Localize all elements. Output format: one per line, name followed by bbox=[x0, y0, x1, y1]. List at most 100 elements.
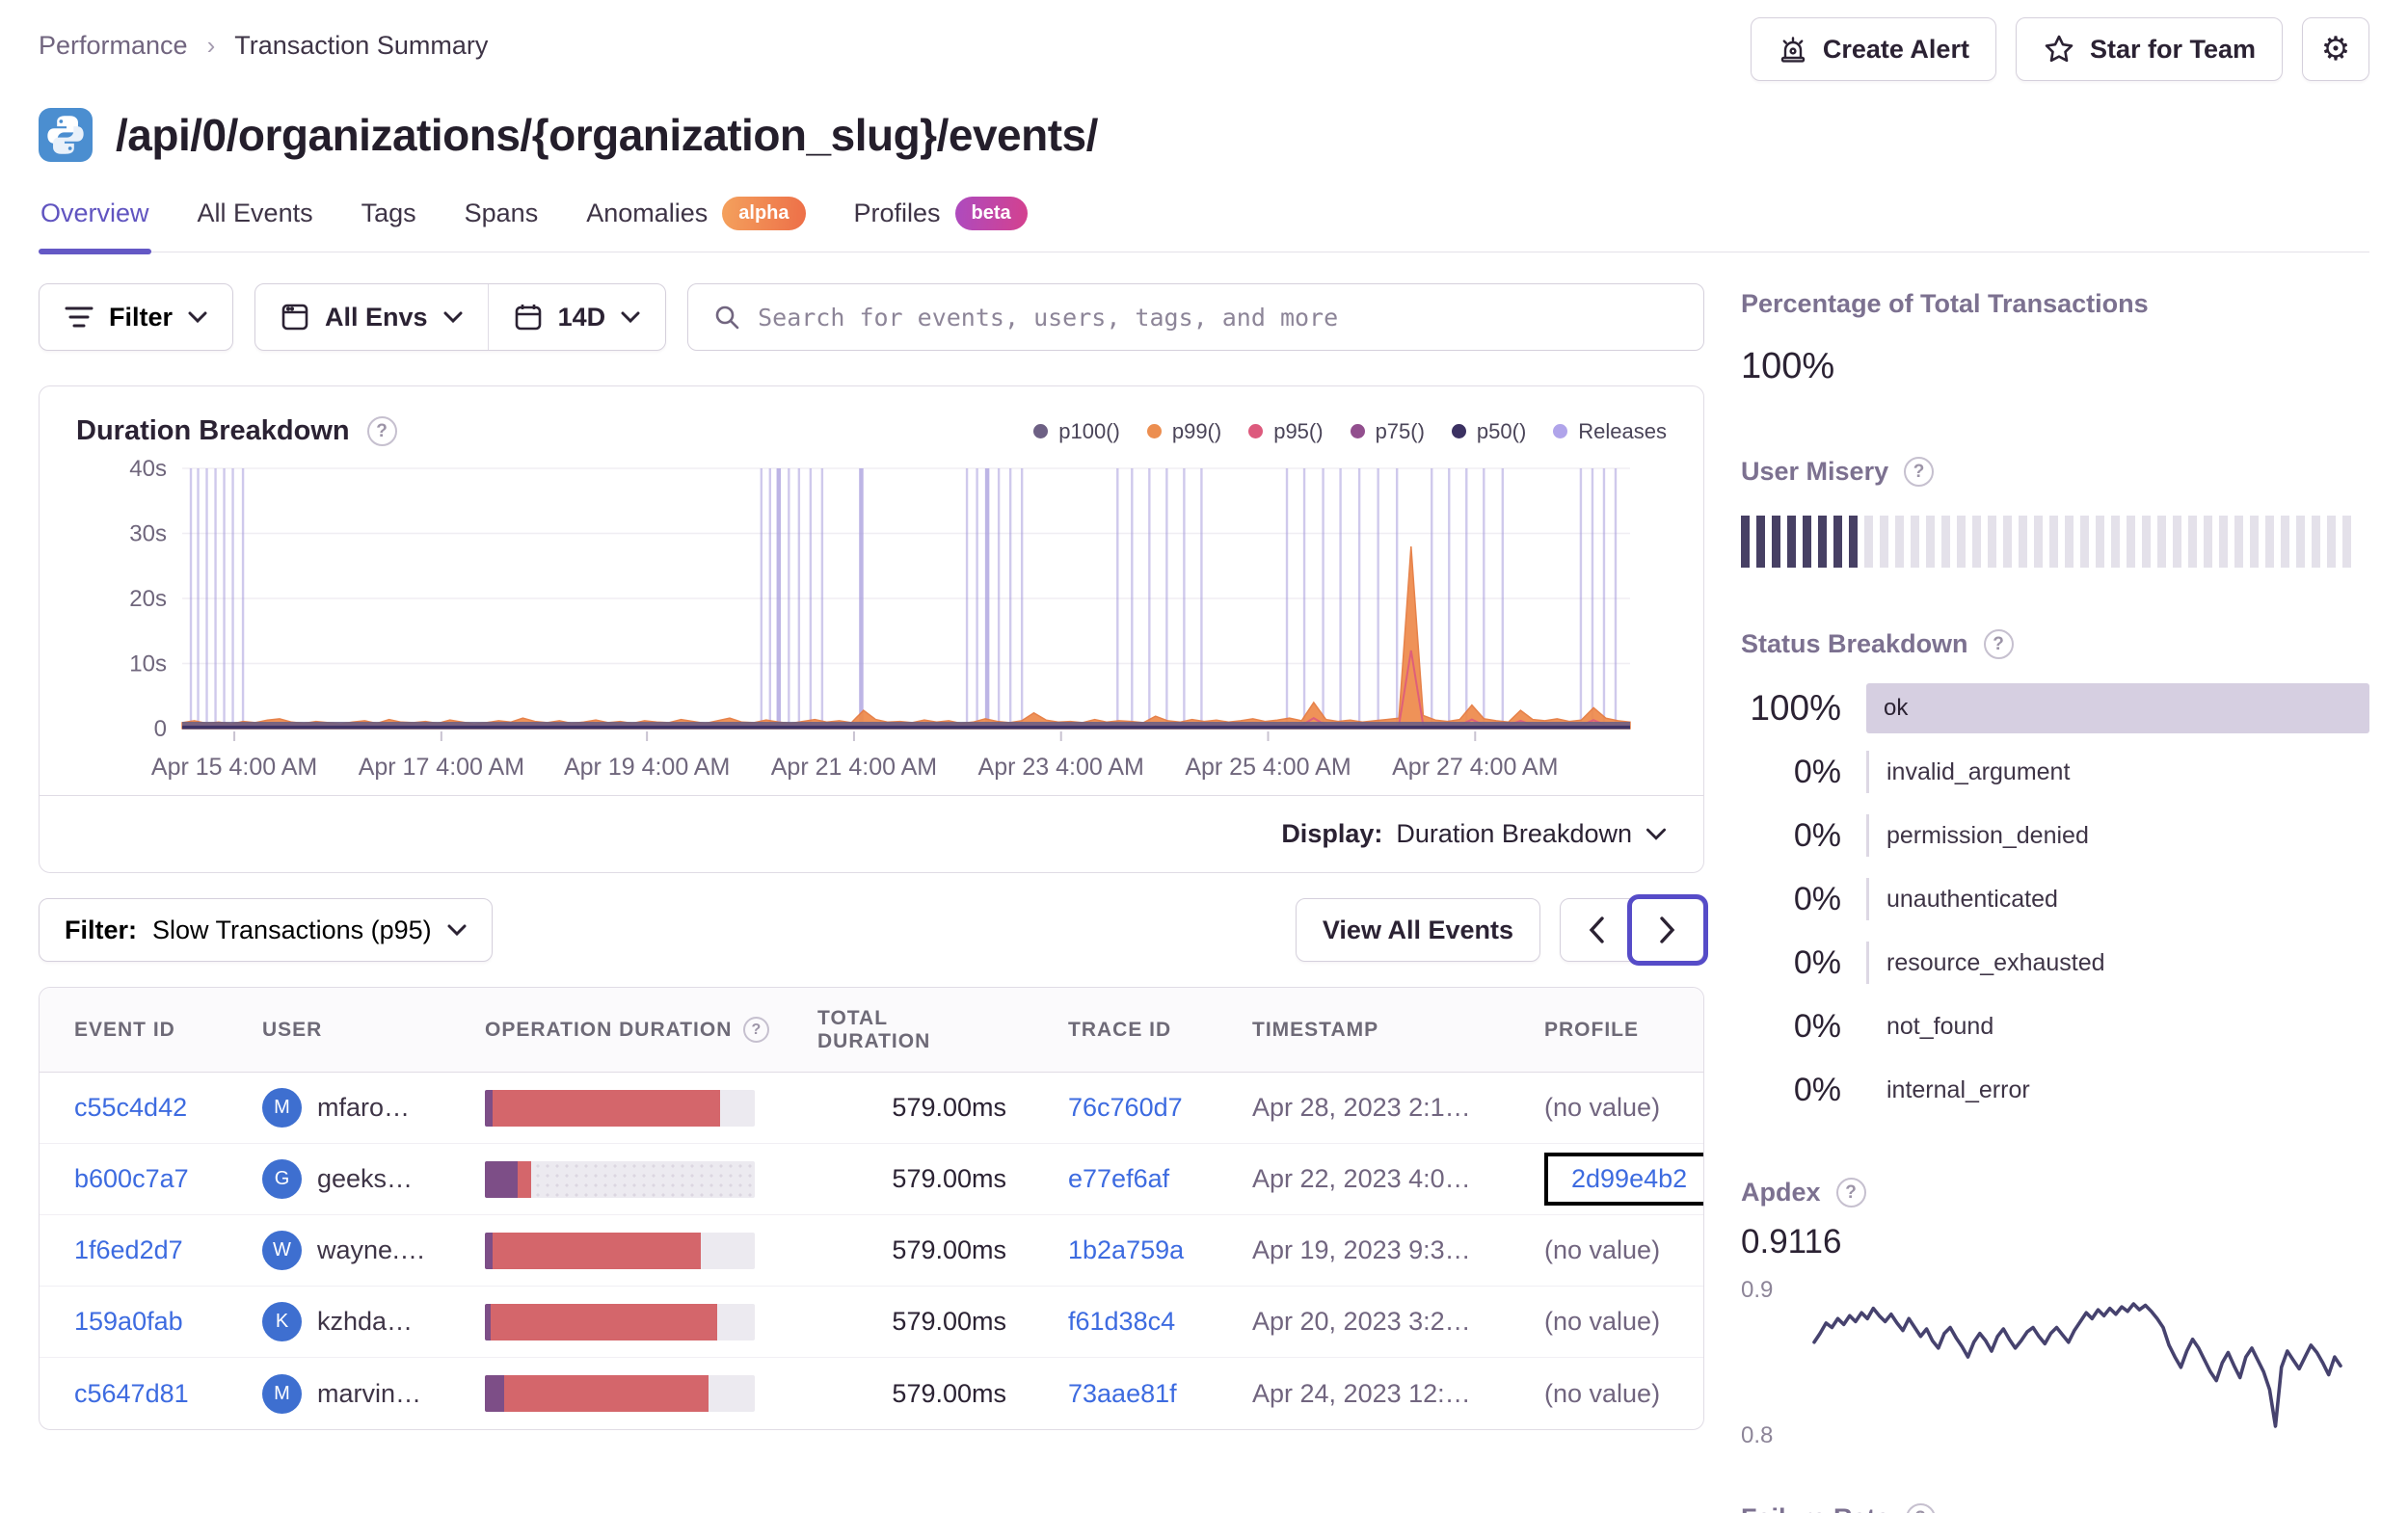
event-id-link[interactable]: c5647d81 bbox=[74, 1379, 189, 1408]
total-duration: 579.00ms bbox=[892, 1307, 1006, 1336]
filter-dropdown-label: Filter bbox=[109, 302, 174, 332]
event-id-link[interactable]: c55c4d42 bbox=[74, 1093, 187, 1122]
chevron-down-icon bbox=[621, 311, 640, 323]
view-all-events-button[interactable]: View All Events bbox=[1295, 898, 1540, 962]
status-row-not_found: 0% not_found bbox=[1741, 995, 2369, 1058]
trace-id-link[interactable]: f61d38c4 bbox=[1068, 1307, 1175, 1336]
avatar: K bbox=[262, 1302, 302, 1341]
star-for-team-button[interactable]: Star for Team bbox=[2015, 17, 2283, 81]
svg-text:40s: 40s bbox=[129, 456, 167, 482]
profile-cell: 2d99e4b2 bbox=[1544, 1153, 1703, 1206]
status-pct: 0% bbox=[1793, 816, 1841, 854]
profile-no-value: (no value) bbox=[1544, 1235, 1661, 1264]
breadcrumb-chevron-icon: › bbox=[206, 31, 216, 60]
column-profile[interactable]: PROFILE bbox=[1544, 1019, 1669, 1042]
filter-dropdown[interactable]: Filter bbox=[39, 283, 234, 351]
page-title: /api/0/organizations/{organization_slug}… bbox=[116, 110, 1098, 160]
create-alert-button[interactable]: Create Alert bbox=[1750, 17, 1996, 81]
previous-page-button[interactable] bbox=[1561, 899, 1632, 961]
date-range-selector[interactable]: 14D bbox=[487, 284, 666, 350]
misery-bar-empty bbox=[2204, 516, 2212, 568]
legend-item-p99[interactable]: p99() bbox=[1146, 419, 1221, 444]
status-label: permission_denied bbox=[1866, 814, 2089, 857]
trace-id-link[interactable]: 1b2a759a bbox=[1068, 1235, 1184, 1264]
timestamp: Apr 22, 2023 4:0… bbox=[1252, 1164, 1471, 1193]
duration-breakdown-chart[interactable]: 0 10s 20s 30s 40s Apr 15 4:00 AM Apr 17 4:00 A… bbox=[40, 451, 1703, 795]
misery-bar-filled bbox=[1849, 516, 1858, 568]
trace-id-link[interactable]: 76c760d7 bbox=[1068, 1093, 1183, 1122]
legend-dot-icon bbox=[1350, 424, 1365, 438]
profile-link[interactable]: 2d99e4b2 bbox=[1571, 1164, 1687, 1193]
misery-bar-empty bbox=[1911, 516, 1919, 568]
column-timestamp[interactable]: TIMESTAMP bbox=[1252, 1019, 1544, 1042]
status-row-permission_denied: 0% permission_denied bbox=[1741, 804, 2369, 867]
tab-profiles[interactable]: Profiles beta bbox=[852, 191, 1030, 252]
events-toolbar-right: View All Events bbox=[1295, 894, 1708, 966]
tab-all-events[interactable]: All Events bbox=[196, 191, 315, 252]
svg-text:Apr 19 4:00 AM: Apr 19 4:00 AM bbox=[564, 754, 730, 781]
breadcrumb-performance[interactable]: Performance bbox=[39, 31, 188, 61]
help-icon[interactable]: ? bbox=[1904, 457, 1935, 487]
help-icon[interactable]: ? bbox=[1905, 1503, 1936, 1513]
legend-item-p95[interactable]: p95() bbox=[1248, 419, 1324, 444]
status-row-resource_exhausted: 0% resource_exhausted bbox=[1741, 931, 2369, 995]
filter-lines-icon bbox=[65, 306, 94, 328]
next-page-button[interactable] bbox=[1627, 894, 1708, 966]
column-trace-id[interactable]: TRACE ID bbox=[1068, 1019, 1252, 1042]
column-event-id[interactable]: EVENT ID bbox=[74, 1019, 262, 1042]
tab-spans[interactable]: Spans bbox=[463, 191, 541, 252]
display-selector-row: Display: Duration Breakdown bbox=[40, 795, 1703, 872]
status-bar-ok[interactable]: ok bbox=[1866, 683, 2369, 733]
env-date-group: All Envs 14D bbox=[254, 283, 667, 351]
column-event-id-label: EVENT ID bbox=[74, 1018, 175, 1041]
help-icon[interactable]: ? bbox=[366, 416, 397, 446]
search-input[interactable] bbox=[758, 303, 1678, 332]
help-icon[interactable]: ? bbox=[1983, 629, 2014, 659]
misery-bar-empty bbox=[1941, 516, 1950, 568]
misery-bar-empty bbox=[2003, 516, 2012, 568]
legend-item-Releases[interactable]: Releases bbox=[1553, 419, 1667, 444]
legend-item-p100[interactable]: p100() bbox=[1033, 419, 1120, 444]
help-icon[interactable]: ? bbox=[1835, 1178, 1866, 1208]
help-icon[interactable]: ? bbox=[743, 1017, 770, 1043]
misery-bar-empty bbox=[2219, 516, 2228, 568]
avatar: M bbox=[262, 1088, 302, 1128]
apdex-y-bottom-label: 0.8 bbox=[1741, 1422, 1774, 1448]
tab-overview[interactable]: Overview bbox=[39, 191, 151, 254]
create-alert-label: Create Alert bbox=[1822, 34, 1969, 64]
environment-selector[interactable]: All Envs bbox=[255, 284, 488, 350]
status-breakdown-title: Status Breakdown ? bbox=[1741, 629, 2369, 659]
column-operation-duration[interactable]: OPERATION DURATION ? bbox=[485, 1017, 817, 1043]
column-user[interactable]: USER bbox=[262, 1019, 485, 1042]
pagination bbox=[1560, 894, 1708, 966]
transactions-filter-value: Slow Transactions (p95) bbox=[152, 915, 432, 944]
status-row-ok: 100% ok bbox=[1741, 677, 2369, 740]
trace-id-link[interactable]: 73aae81f bbox=[1068, 1379, 1177, 1408]
event-id-link[interactable]: 1f6ed2d7 bbox=[74, 1235, 183, 1264]
column-total-duration[interactable]: TOTAL DURATION bbox=[817, 1007, 1068, 1053]
svg-text:30s: 30s bbox=[129, 521, 167, 547]
misery-bar-empty bbox=[2188, 516, 2197, 568]
misery-bar-empty bbox=[2296, 516, 2305, 568]
user-cell: Ggeeks… bbox=[262, 1159, 485, 1199]
tab-anomalies[interactable]: Anomalies alpha bbox=[584, 191, 807, 252]
display-label: Display: bbox=[1281, 819, 1383, 848]
transactions-filter-dropdown[interactable]: Filter: Slow Transactions (p95) bbox=[39, 898, 493, 962]
operation-duration-bar bbox=[485, 1089, 755, 1127]
tab-tags[interactable]: Tags bbox=[360, 191, 418, 252]
duration-breakdown-card: Duration Breakdown ? p100() p99() p95() p75… bbox=[39, 385, 1704, 873]
settings-button[interactable]: ⚙ bbox=[2302, 17, 2369, 81]
legend-item-p75[interactable]: p75() bbox=[1350, 419, 1425, 444]
tab-anomalies-label: Anomalies bbox=[586, 199, 709, 227]
events-table-header: EVENT ID USER OPERATION DURATION ? TOTAL… bbox=[40, 988, 1703, 1073]
status-row-internal_error: 0% internal_error bbox=[1741, 1058, 2369, 1122]
display-value[interactable]: Duration Breakdown bbox=[1396, 819, 1632, 849]
event-id-link[interactable]: 159a0fab bbox=[74, 1307, 183, 1336]
tab-profiles-label: Profiles bbox=[853, 199, 941, 227]
svg-text:10s: 10s bbox=[129, 651, 167, 677]
event-id-link[interactable]: b600c7a7 bbox=[74, 1164, 189, 1193]
duration-segment-http bbox=[503, 1375, 709, 1412]
trace-id-link[interactable]: e77ef6af bbox=[1068, 1164, 1169, 1193]
apdex-chart bbox=[1810, 1275, 2346, 1459]
legend-item-p50[interactable]: p50() bbox=[1451, 419, 1526, 444]
